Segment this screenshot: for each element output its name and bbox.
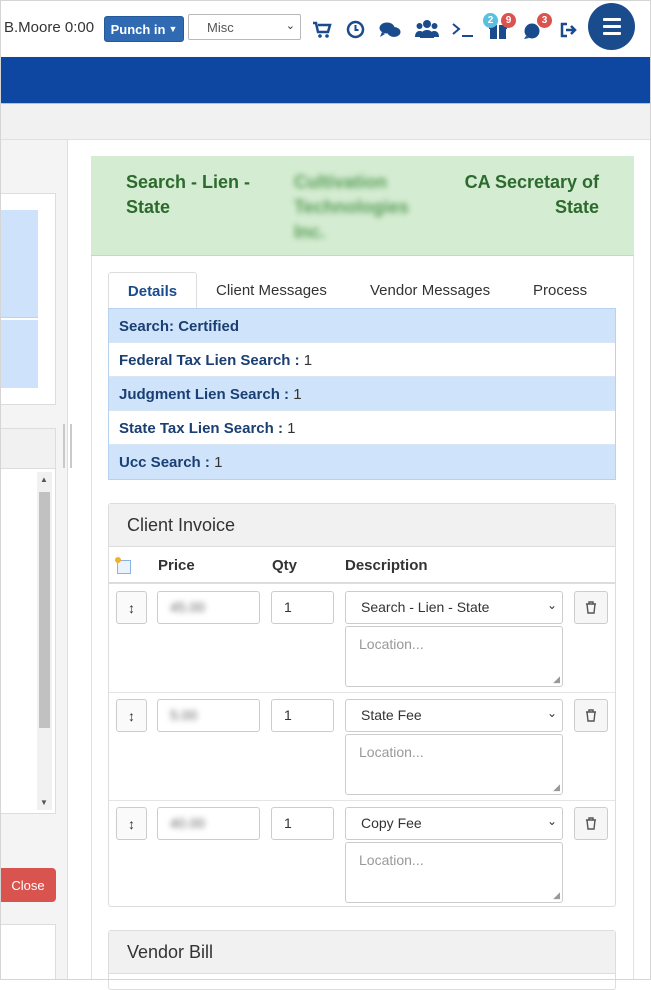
order-title: Search - Lien - State: [126, 172, 251, 217]
qty-input[interactable]: 1: [271, 699, 334, 732]
qty-column-header: Qty: [272, 557, 298, 574]
misc-select[interactable]: Misc ⌄: [188, 14, 301, 40]
tab-client-messages[interactable]: Client Messages: [216, 272, 327, 309]
chevron-down-icon: ⌄: [546, 706, 557, 720]
resize-grip-icon[interactable]: ◢: [553, 890, 560, 901]
invoice-line: ↕ 45.00 1 Search - Lien - State ⌄ Locati…: [109, 585, 615, 693]
users-icon[interactable]: [415, 19, 439, 39]
tab-process[interactable]: Process: [533, 272, 587, 309]
price-column-header: Price: [158, 557, 195, 574]
scroll-down-icon[interactable]: ▼: [40, 798, 48, 807]
chevron-down-icon: ⌄: [285, 20, 295, 32]
cart-icon[interactable]: [312, 21, 332, 39]
details-list: Search: Certified Federal Tax Lien Searc…: [108, 308, 616, 480]
drag-handle-icon[interactable]: ↕: [116, 591, 147, 624]
alerts-badge: 2: [483, 13, 498, 28]
price-input[interactable]: 40.00: [157, 807, 260, 840]
sub-nav-bar: [0, 104, 651, 140]
top-bar: B.Moore 0:00 Punch in ▼ Misc ⌄ 2 9 3: [0, 0, 651, 57]
description-select[interactable]: State Fee ⌄: [345, 699, 563, 732]
punch-in-button[interactable]: Punch in ▼: [104, 16, 184, 42]
order-header: Search - Lien - State Cultivation Techno…: [91, 156, 634, 256]
invoice-line: ↕ 40.00 1 Copy Fee ⌄ Location... ◢: [109, 801, 615, 909]
invoice-column-headers: Price Qty Description: [109, 548, 615, 584]
menu-icon[interactable]: [588, 3, 635, 50]
trash-icon[interactable]: [574, 591, 608, 624]
qty-input[interactable]: 1: [271, 591, 334, 624]
client-invoice-panel: Client Invoice Price Qty Description ↕ 4…: [108, 503, 616, 907]
list-item: State Tax Lien Search : 1: [109, 411, 615, 445]
trash-icon[interactable]: [574, 699, 608, 732]
drag-handle-icon[interactable]: ↕: [116, 699, 147, 732]
tab-details[interactable]: Details: [108, 272, 197, 310]
price-input[interactable]: 5.00: [157, 699, 260, 732]
scroll-up-icon[interactable]: ▲: [40, 475, 48, 484]
location-textarea[interactable]: Location... ◢: [345, 842, 563, 903]
scrollbar[interactable]: ▲ ▼: [37, 472, 52, 810]
caret-down-icon: ▼: [168, 24, 178, 34]
agency-name: CA Secretary of State: [464, 172, 599, 217]
location-textarea[interactable]: Location... ◢: [345, 734, 563, 795]
client-company[interactable]: Cultivation Technologies Inc.: [294, 170, 424, 245]
list-item: Search: Certified: [109, 309, 615, 343]
tasks-badge: 9: [501, 13, 516, 28]
nav-bar: [0, 57, 651, 103]
list-item: Federal Tax Lien Search : 1: [109, 343, 615, 377]
close-button[interactable]: Close: [0, 868, 56, 902]
misc-select-value: Misc: [207, 20, 234, 35]
price-input[interactable]: 45.00: [157, 591, 260, 624]
vendor-bill-title: Vendor Bill: [109, 931, 615, 974]
list-item: Ucc Search : 1: [109, 445, 615, 479]
vendor-bill-panel: Vendor Bill: [108, 930, 616, 990]
tab-vendor-messages[interactable]: Vendor Messages: [370, 272, 490, 309]
detail-tabs: Details Client Messages Vendor Messages …: [108, 272, 616, 310]
panel-resize-handle[interactable]: [63, 424, 72, 468]
left-bottom-card: [0, 924, 56, 980]
add-note-icon[interactable]: [115, 557, 131, 574]
terminal-icon[interactable]: [452, 22, 474, 38]
qty-input[interactable]: 1: [271, 807, 334, 840]
list-item: Judgment Lien Search : 1: [109, 377, 615, 411]
clock-icon[interactable]: [346, 20, 365, 39]
drag-handle-icon[interactable]: ↕: [116, 807, 147, 840]
resize-grip-icon[interactable]: ◢: [553, 674, 560, 685]
scroll-thumb[interactable]: [39, 492, 50, 728]
trash-icon[interactable]: [574, 807, 608, 840]
location-textarea[interactable]: Location... ◢: [345, 626, 563, 687]
client-invoice-title: Client Invoice: [109, 504, 615, 547]
invoice-line: ↕ 5.00 1 State Fee ⌄ Location... ◢: [109, 693, 615, 801]
description-column-header: Description: [345, 557, 428, 574]
chat-icon[interactable]: [379, 21, 401, 39]
chevron-down-icon: ⌄: [546, 598, 557, 612]
messages-badge: 3: [537, 13, 552, 28]
resize-grip-icon[interactable]: ◢: [553, 782, 560, 793]
chevron-down-icon: ⌄: [546, 814, 557, 828]
left-summary-card: [0, 193, 56, 405]
description-select[interactable]: Copy Fee ⌄: [345, 807, 563, 840]
logout-icon[interactable]: [559, 21, 579, 39]
user-timer: B.Moore 0:00: [4, 19, 95, 36]
description-select[interactable]: Search - Lien - State ⌄: [345, 591, 563, 624]
punch-in-label: Punch in: [110, 21, 166, 37]
